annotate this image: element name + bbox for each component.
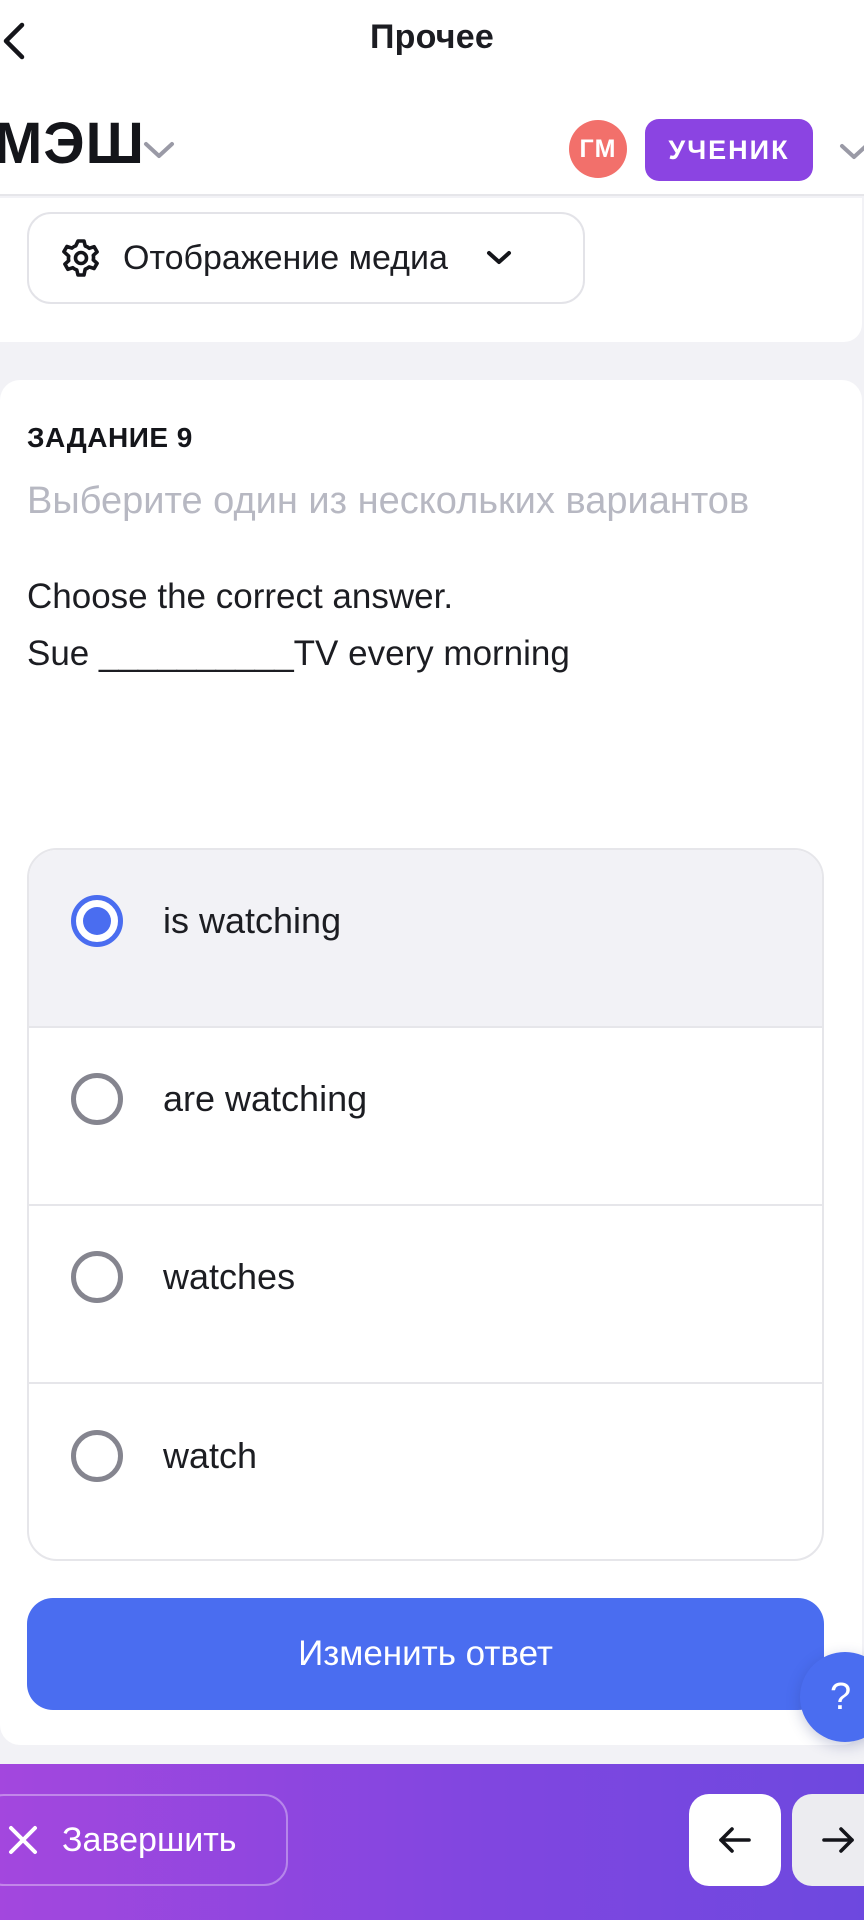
question-line-1: Choose the correct answer.: [27, 577, 454, 616]
app-header: МЭШ ГМ УЧЕНИК: [0, 82, 864, 196]
arrow-right-icon: [822, 1827, 854, 1853]
option-watches[interactable]: watches: [29, 1206, 822, 1384]
media-display-label: Отображение медиа: [123, 238, 448, 277]
option-label: watches: [163, 1256, 296, 1297]
question-text: Choose the correct answer. Sue _________…: [27, 568, 570, 682]
close-icon: [9, 1826, 37, 1854]
change-answer-button[interactable]: Изменить ответ: [27, 1598, 824, 1710]
media-display-dropdown[interactable]: Отображение медиа: [27, 212, 585, 304]
media-card: Отображение медиа: [0, 198, 862, 342]
app-logo[interactable]: МЭШ: [0, 115, 145, 173]
finish-button[interactable]: Завершить: [0, 1794, 288, 1886]
avatar[interactable]: ГМ: [569, 120, 627, 178]
task-number: ЗАДАНИЕ 9: [27, 422, 193, 453]
answer-options: is watching are watching watches watch: [27, 848, 824, 1561]
radio-dot: [83, 907, 111, 935]
radio-unchecked[interactable]: [71, 1251, 123, 1303]
chevron-down-icon[interactable]: [142, 140, 176, 160]
gear-icon: [62, 239, 99, 277]
top-bar: Прочее: [0, 0, 864, 82]
option-label: watch: [163, 1435, 258, 1476]
chevron-down-icon: [486, 251, 511, 264]
bottom-bar: Завершить: [0, 1764, 864, 1920]
finish-label: Завершить: [62, 1820, 237, 1859]
role-badge[interactable]: УЧЕНИК: [645, 119, 813, 181]
task-hint: Выберите один из нескольких вариантов: [27, 480, 750, 522]
option-is-watching[interactable]: is watching: [29, 850, 822, 1028]
option-watch[interactable]: watch: [29, 1384, 822, 1559]
option-label: are watching: [163, 1078, 368, 1119]
option-label: is watching: [163, 900, 342, 941]
task-card: ЗАДАНИЕ 9 Выберите один из нескольких ва…: [0, 380, 862, 1745]
option-are-watching[interactable]: are watching: [29, 1028, 822, 1206]
radio-checked[interactable]: [71, 895, 123, 947]
radio-unchecked[interactable]: [71, 1073, 123, 1125]
arrow-left-icon: [719, 1827, 751, 1853]
question-line-2: Sue __________TV every morning: [27, 634, 570, 673]
profile-chevron-down-icon[interactable]: [838, 142, 864, 162]
next-task-button[interactable]: [792, 1794, 864, 1886]
radio-unchecked[interactable]: [71, 1430, 123, 1482]
previous-task-button[interactable]: [689, 1794, 781, 1886]
page-title: Прочее: [370, 18, 494, 56]
